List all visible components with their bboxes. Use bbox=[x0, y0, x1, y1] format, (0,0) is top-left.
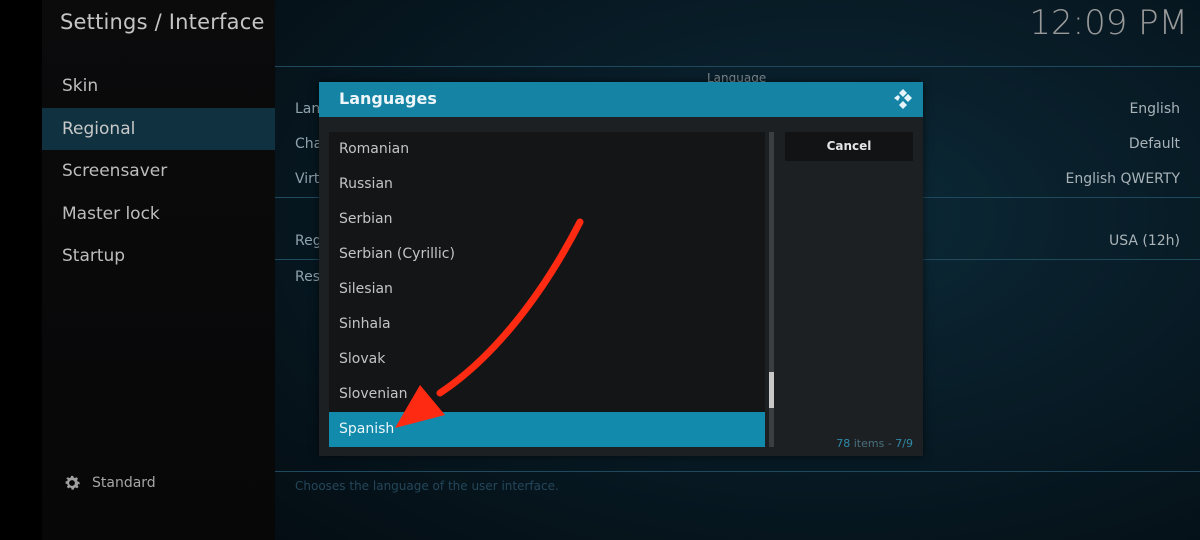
cancel-button[interactable]: Cancel bbox=[785, 132, 913, 161]
list-item[interactable]: Serbian bbox=[329, 202, 765, 237]
setting-region-value[interactable]: USA (12h) bbox=[1109, 233, 1180, 249]
language-list[interactable]: Romanian Russian Serbian Serbian (Cyrill… bbox=[329, 132, 765, 447]
gear-icon bbox=[65, 475, 80, 490]
setting-keyboard-label[interactable]: Virt bbox=[295, 171, 319, 187]
setting-language-label[interactable]: Lan bbox=[295, 101, 320, 117]
page-separator: - bbox=[884, 437, 896, 450]
list-item[interactable]: Serbian (Cyrillic) bbox=[329, 237, 765, 272]
scrollbar[interactable] bbox=[769, 132, 774, 447]
item-count: 78 items - 7/9 bbox=[836, 437, 913, 450]
page-title: Settings / Interface bbox=[60, 10, 265, 34]
setting-region-label[interactable]: Reg bbox=[295, 233, 322, 249]
kodi-logo-icon bbox=[894, 89, 912, 109]
settings-level-label: Standard bbox=[92, 475, 156, 491]
sidebar-item-startup[interactable]: Startup bbox=[42, 235, 275, 277]
list-item[interactable]: Silesian bbox=[329, 272, 765, 307]
list-item[interactable]: Slovenian bbox=[329, 377, 765, 412]
sidebar-item-skin[interactable]: Skin bbox=[42, 65, 275, 107]
list-item[interactable]: Sinhala bbox=[329, 307, 765, 342]
settings-level-button[interactable]: Standard bbox=[62, 472, 156, 494]
divider bbox=[275, 66, 1200, 67]
setting-reset-label[interactable]: Res bbox=[295, 269, 320, 285]
item-count-word: items bbox=[853, 437, 885, 450]
left-edge bbox=[0, 0, 42, 540]
clock: 12:09 PM bbox=[1029, 3, 1188, 43]
dialog-title: Languages bbox=[339, 89, 437, 108]
divider bbox=[275, 471, 1200, 472]
setting-charset-value[interactable]: Default bbox=[1129, 136, 1180, 152]
sidebar-item-master-lock[interactable]: Master lock bbox=[42, 193, 275, 235]
help-text: Chooses the language of the user interfa… bbox=[295, 479, 559, 493]
item-count-number: 78 bbox=[836, 437, 851, 450]
sidebar-item-regional[interactable]: Regional bbox=[42, 108, 275, 150]
setting-keyboard-value[interactable]: English QWERTY bbox=[1065, 171, 1180, 187]
sidebar-item-screensaver[interactable]: Screensaver bbox=[42, 150, 275, 192]
list-item-selected[interactable]: Spanish bbox=[329, 412, 765, 447]
dialog-header: Languages bbox=[319, 82, 923, 117]
page-indicator: 7/9 bbox=[895, 437, 913, 450]
setting-language-value[interactable]: English bbox=[1129, 101, 1180, 117]
scrollbar-thumb[interactable] bbox=[769, 372, 774, 408]
list-item[interactable]: Slovak bbox=[329, 342, 765, 377]
languages-dialog: Languages Romanian Russian Serbian Serbi… bbox=[319, 82, 923, 456]
list-item[interactable]: Russian bbox=[329, 167, 765, 202]
list-item[interactable]: Romanian bbox=[329, 132, 765, 167]
